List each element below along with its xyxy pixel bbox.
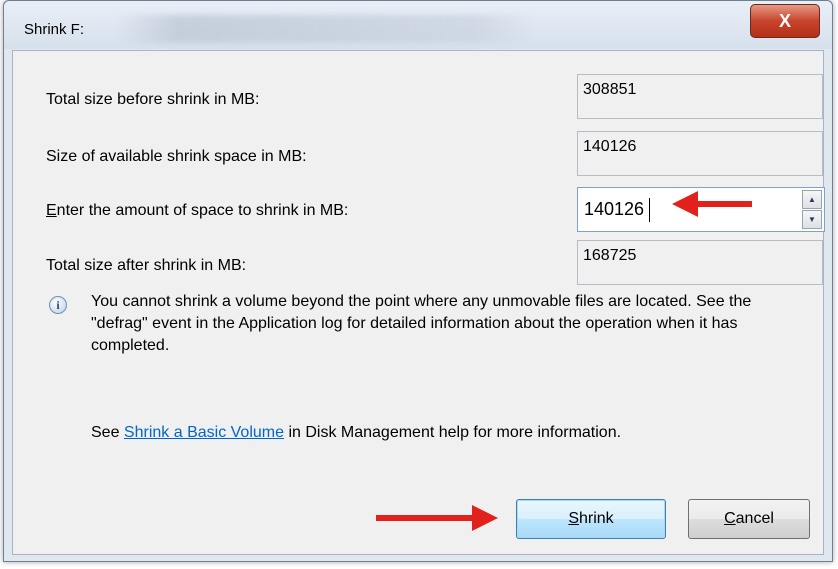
arrow-left-icon	[672, 191, 752, 217]
annotation-layer	[376, 191, 752, 531]
arrow-right-icon	[376, 505, 498, 531]
